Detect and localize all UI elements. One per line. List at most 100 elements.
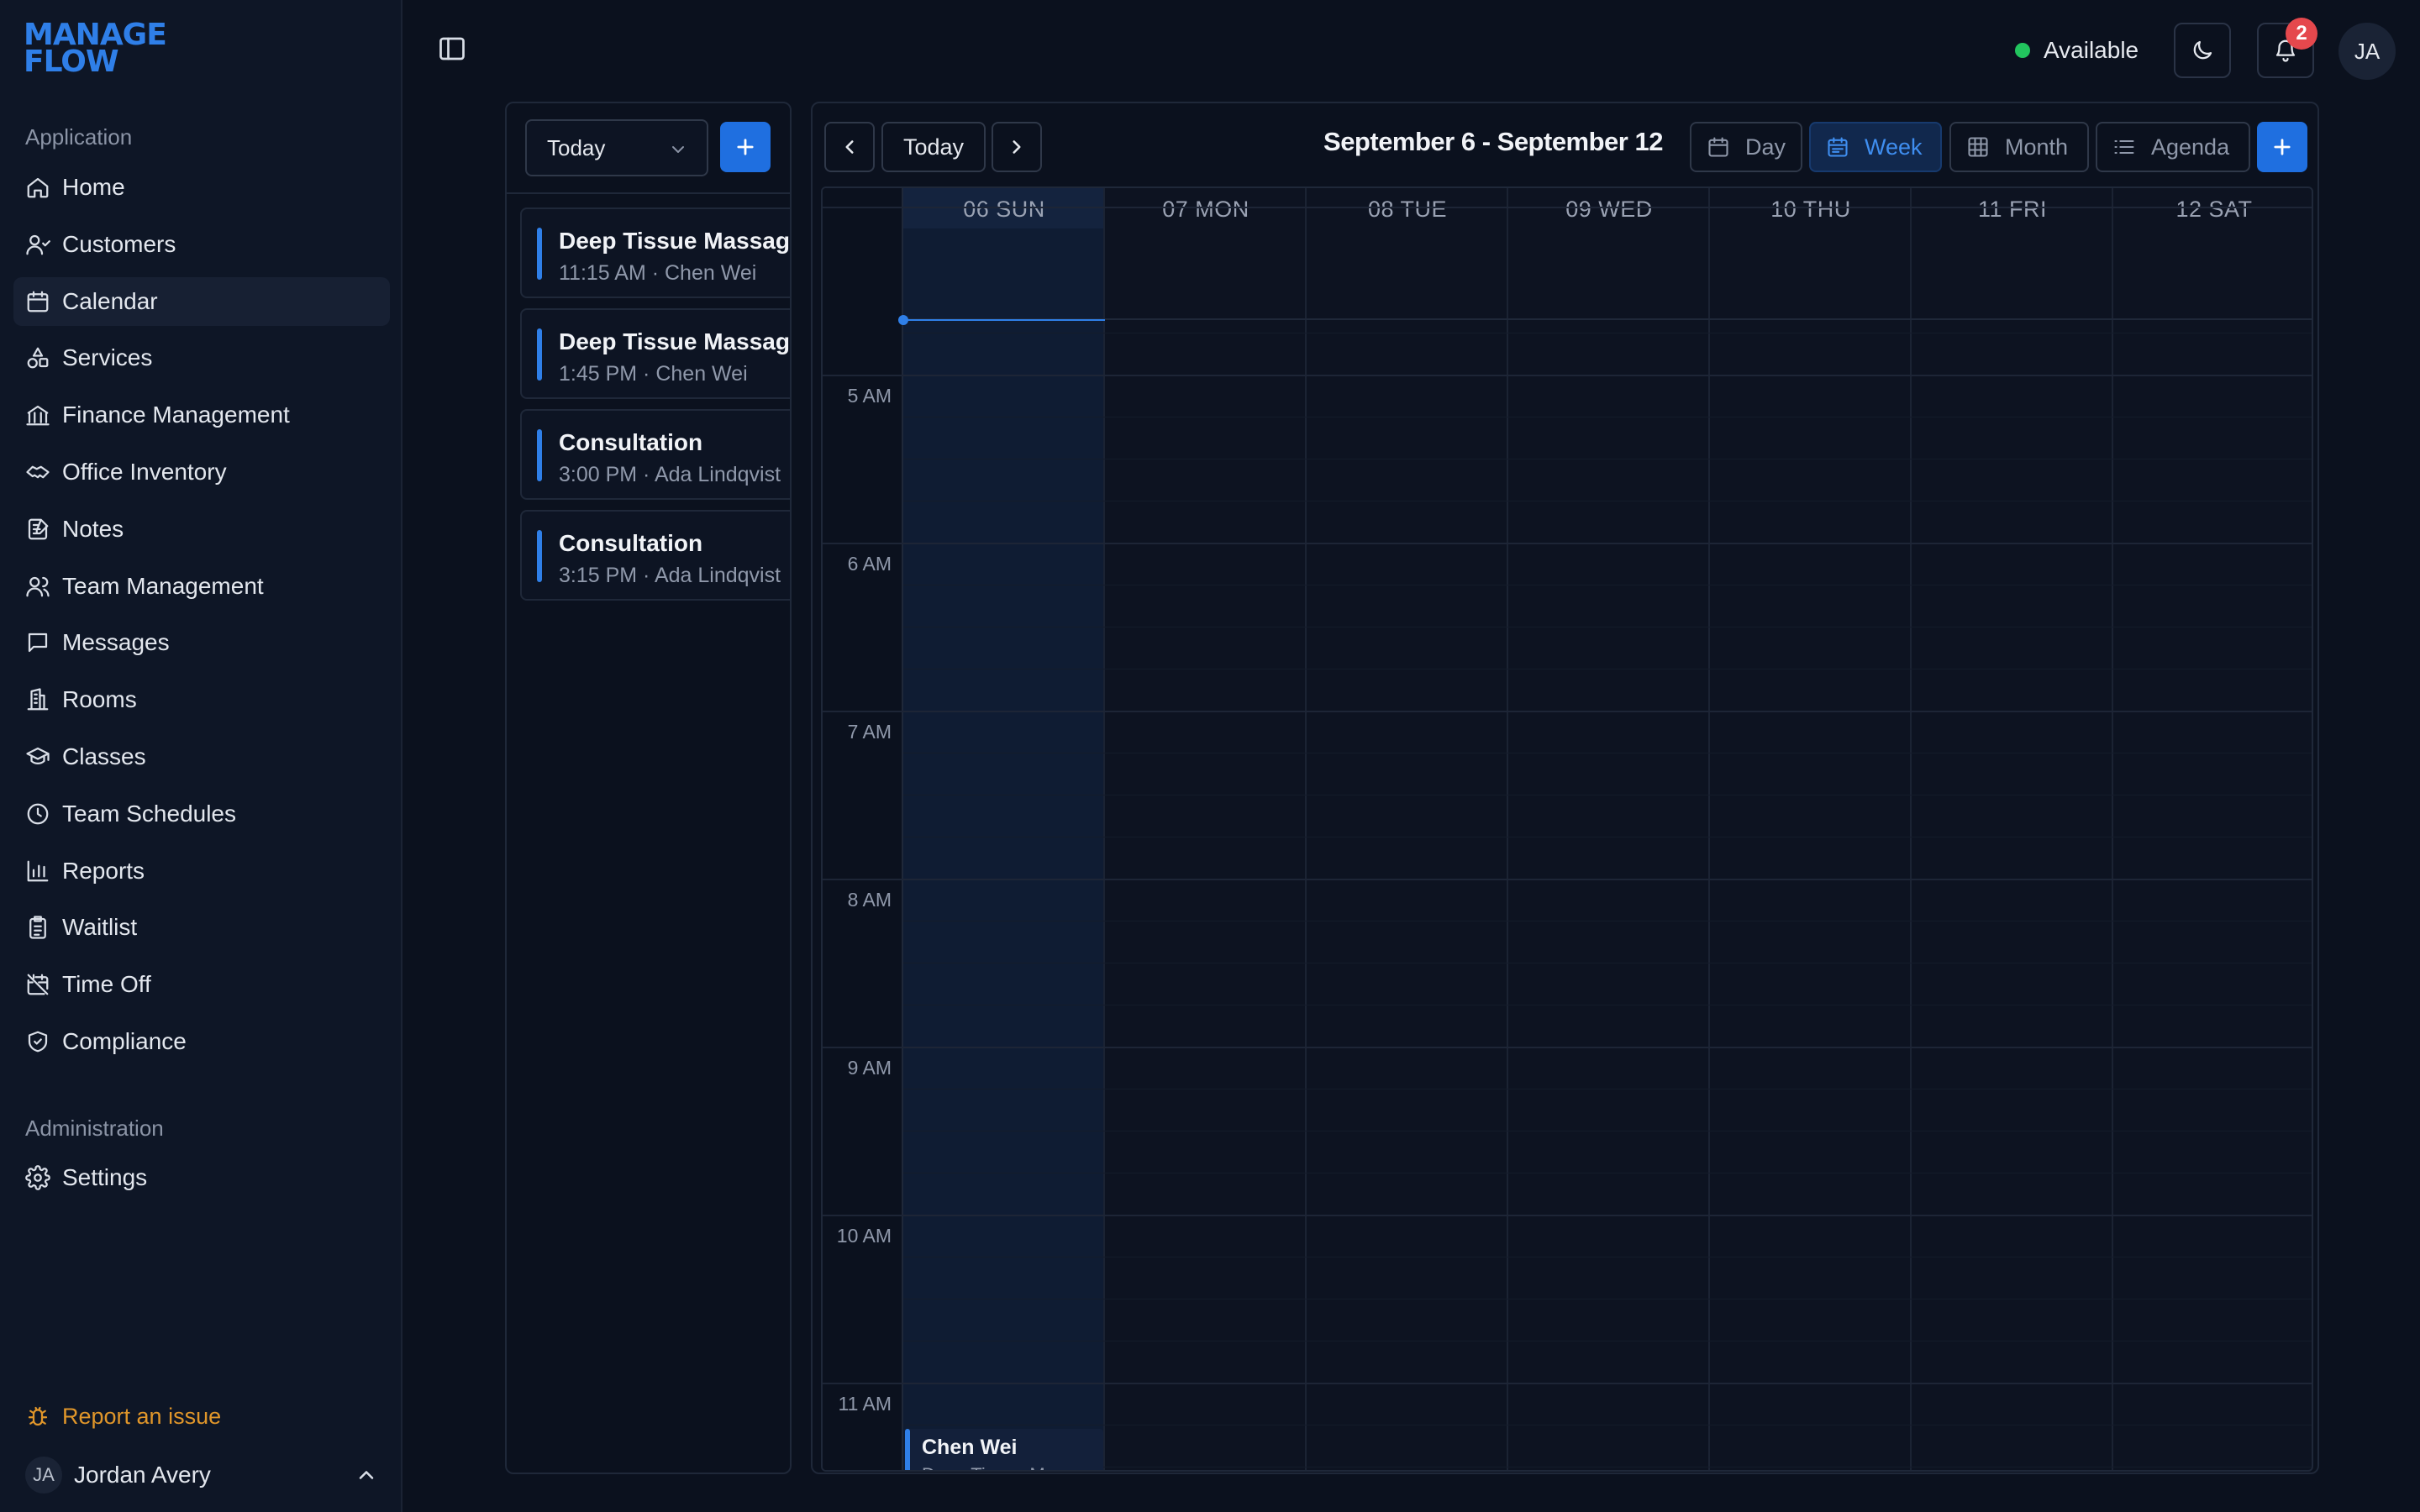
view-day-button[interactable]: Day xyxy=(1690,122,1802,172)
hour-line xyxy=(823,207,2312,208)
sidebar-item-label: Reports xyxy=(62,857,145,884)
event-card[interactable]: Consultation 3:00 PM · Ada Lindqvist xyxy=(520,409,790,500)
event-meta: 1:45 PM · Chen Wei xyxy=(559,362,748,386)
sidebar: MANAGE FLOW Application Home Customers Cal… xyxy=(0,0,402,1512)
event-card[interactable]: Deep Tissue Massage 1:45 PM · Chen Wei xyxy=(520,308,792,399)
event-person: Ada Lindqvist xyxy=(654,463,781,486)
customers-icon xyxy=(25,232,50,257)
date-filter-select[interactable]: Today xyxy=(525,119,708,176)
sidebar-item-messages[interactable]: Messages xyxy=(13,618,390,667)
sidebar-item-time-off[interactable]: Time Off xyxy=(13,960,390,1009)
day-column[interactable]: 10 THU xyxy=(1710,188,1912,1470)
logo-line-2: FLOW xyxy=(24,45,119,79)
chevron-left-icon xyxy=(845,140,854,154)
sidebar-item-reports[interactable]: Reports xyxy=(13,847,390,895)
meta-separator: · xyxy=(637,463,655,486)
meta-separator: · xyxy=(637,564,655,587)
hour-line xyxy=(823,375,2312,376)
shield-check-icon xyxy=(25,1029,50,1054)
building-icon xyxy=(25,687,50,712)
sidebar-toggle-button[interactable] xyxy=(437,34,467,64)
day-column[interactable]: 09 WED xyxy=(1508,188,1710,1470)
sidebar-item-team-management[interactable]: Team Management xyxy=(13,562,390,611)
sidebar-item-label: Customers xyxy=(62,230,176,257)
event-title: Deep Tissue Massage xyxy=(559,328,792,354)
sidebar-item-calendar[interactable]: Calendar xyxy=(13,276,390,326)
sidebar-item-label: Messages xyxy=(62,629,170,656)
new-appointment-button[interactable] xyxy=(2257,122,2307,172)
day-column[interactable]: 11 FRI xyxy=(1912,188,2113,1470)
add-event-button[interactable] xyxy=(720,122,771,172)
sidebar-item-compliance[interactable]: Compliance xyxy=(13,1017,390,1066)
day-column[interactable]: 08 TUE xyxy=(1307,188,1508,1470)
sidebar-item-classes[interactable]: Classes xyxy=(13,732,390,781)
sidebar-item-notes[interactable]: Notes xyxy=(13,505,390,554)
section-application: Application xyxy=(25,124,133,150)
event-card[interactable]: Deep Tissue Massage 11:15 AM · Chen Wei xyxy=(520,207,792,298)
graduation-cap-icon xyxy=(25,744,50,769)
event-meta: 3:00 PM · Ada Lindqvist xyxy=(559,463,781,487)
calendar-week-icon xyxy=(1828,137,1848,157)
event-card[interactable]: Consultation 3:15 PM · Ada Lindqvist xyxy=(520,510,790,601)
day-column[interactable]: 07 MON xyxy=(1105,188,1307,1470)
calendar-icon xyxy=(25,289,50,314)
gear-icon xyxy=(25,1165,50,1190)
sidebar-item-customers[interactable]: Customers xyxy=(13,220,390,269)
sidebar-item-label: Calendar xyxy=(62,287,158,314)
event-meta: 3:15 PM · Ada Lindqvist xyxy=(559,564,781,588)
grid-event-title: Chen Wei xyxy=(922,1436,1018,1459)
sidebar-item-services[interactable]: Services xyxy=(13,333,390,382)
sidebar-item-label: Team Schedules xyxy=(62,800,237,827)
report-issue-link[interactable]: Report an issue xyxy=(13,1393,221,1440)
event-color-bar xyxy=(905,1429,910,1470)
hour-label: 9 AM xyxy=(847,1057,892,1079)
clock-icon xyxy=(25,801,50,827)
user-menu[interactable]: JA Jordan Avery xyxy=(13,1450,390,1500)
view-month-button[interactable]: Month xyxy=(1949,122,2089,172)
team-icon xyxy=(25,574,50,599)
view-month-label: Month xyxy=(2005,134,2069,160)
app-logo[interactable]: MANAGE FLOW xyxy=(24,20,167,79)
event-color-bar xyxy=(537,530,542,582)
event-time: 3:00 PM xyxy=(559,463,638,486)
event-title: Consultation xyxy=(559,429,703,455)
hour-label: 6 AM xyxy=(847,553,892,575)
sidebar-item-label: Classes xyxy=(62,743,146,769)
sidebar-item-label: Settings xyxy=(62,1164,148,1190)
meta-separator: · xyxy=(637,362,656,386)
view-agenda-button[interactable]: Agenda xyxy=(2096,122,2250,172)
sidebar-item-settings[interactable]: Settings xyxy=(13,1153,390,1202)
event-color-bar xyxy=(537,328,542,381)
upcoming-panel: Today Deep Tissue Massage 11:15 AM · Chen… xyxy=(505,102,792,1474)
sidebar-item-office-inventory[interactable]: Office Inventory xyxy=(13,448,390,496)
sidebar-item-home[interactable]: Home xyxy=(13,163,390,212)
view-week-button[interactable]: Week xyxy=(1809,122,1942,172)
theme-toggle-button[interactable] xyxy=(2174,23,2231,78)
allday-divider xyxy=(903,318,2312,320)
panel-left-icon xyxy=(439,37,465,60)
sidebar-item-finance-management[interactable]: Finance Management xyxy=(13,391,390,439)
sidebar-item-label: Rooms xyxy=(62,686,137,713)
next-week-button[interactable] xyxy=(992,122,1042,172)
grid-event-subtitle: Deep Tissue Massage xyxy=(922,1464,1105,1470)
hour-line xyxy=(823,1383,2312,1384)
today-button[interactable]: Today xyxy=(881,122,986,172)
week-grid: 06 SUN 07 MON 08 TUE 09 WED 10 THU 11 FRI 12 S… xyxy=(821,186,2313,1472)
day-column[interactable]: 12 SAT xyxy=(2113,188,2312,1470)
event-title: Deep Tissue Massage xyxy=(559,228,792,254)
current-time-line xyxy=(903,319,1105,321)
hour-label: 7 AM xyxy=(847,721,892,743)
day-column[interactable]: 06 SUN xyxy=(903,188,1105,1470)
sidebar-item-team-schedules[interactable]: Team Schedules xyxy=(13,790,390,838)
sidebar-item-waitlist[interactable]: Waitlist xyxy=(13,903,390,952)
day-header: 06 SUN xyxy=(963,197,1045,222)
calendar-panel: Today September 6 - September 12 Day Wee… xyxy=(811,102,2319,1474)
avatar[interactable]: JA xyxy=(2338,23,2396,80)
availability-status[interactable]: Available xyxy=(2015,34,2139,67)
sidebar-item-label: Finance Management xyxy=(62,402,290,428)
prev-week-button[interactable] xyxy=(824,122,875,172)
sidebar-item-rooms[interactable]: Rooms xyxy=(13,675,390,724)
grid-event[interactable]: Chen Wei Deep Tissue Massage xyxy=(905,1429,1105,1470)
hour-line xyxy=(823,1215,2312,1216)
current-time-dot xyxy=(898,315,908,325)
